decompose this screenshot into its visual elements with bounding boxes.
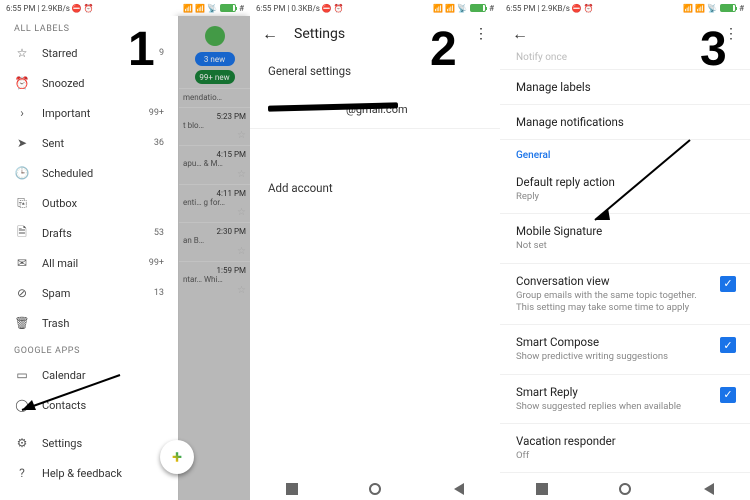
drawer-item-settings[interactable]: ⚙Settings — [0, 428, 178, 458]
send-icon: ➤ — [14, 136, 30, 150]
nav-back[interactable] — [452, 483, 464, 495]
star-icon[interactable]: ☆ — [183, 207, 246, 218]
back-icon[interactable]: ← — [512, 24, 528, 44]
settings-row-account[interactable]: @gmail.com — [250, 90, 500, 128]
annotation-arrow-3 — [580, 130, 700, 230]
mail-row[interactable]: 1:59 PMntar… Whi…☆ — [179, 261, 250, 300]
mail-row[interactable]: 4:11 PMenti… g for…☆ — [179, 184, 250, 223]
drawer-item-scheduled[interactable]: 🕒Scheduled — [0, 158, 178, 188]
spam-icon: ⊘ — [14, 286, 30, 300]
gear-icon: ⚙ — [14, 436, 30, 450]
drawer-item-drafts[interactable]: 🗎Drafts53 — [0, 218, 178, 248]
status-bar: 6:55 PM | 2.9KB/s ⛔ ⏰ 📶 📶 📡 # — [0, 0, 250, 16]
plus-icon: + — [172, 447, 182, 468]
android-navbar — [250, 478, 500, 500]
nav-recent[interactable] — [286, 483, 298, 495]
chip-new-blue[interactable]: 3 new — [195, 52, 235, 66]
android-navbar — [500, 478, 750, 500]
checkbox-icon[interactable]: ✓ — [720, 276, 736, 292]
panel-settings-detail: 6:55 PM | 2.9KB/s ⛔ ⏰ 📶 📶 📡 # ← ⋮ Notify… — [500, 0, 750, 500]
star-icon[interactable]: ☆ — [183, 169, 246, 180]
chip-new-green[interactable]: 99+ new — [195, 70, 235, 84]
clock-icon: ⏰ — [14, 76, 30, 90]
star-icon: ☆ — [14, 46, 30, 60]
checkbox-icon[interactable]: ✓ — [720, 387, 736, 403]
status-bar: 6:55 PM | 2.9KB/s ⛔ ⏰ 📶 📶 📡 # — [500, 0, 750, 16]
outbox-icon: ⎘ — [14, 196, 30, 211]
section-google-apps: GOOGLE APPS — [0, 338, 178, 360]
inbox-preview[interactable]: 3 new 99+ new mendatio… 5:23 PMt blo…☆ 4… — [178, 16, 250, 500]
mail-row[interactable]: 5:23 PMt blo…☆ — [179, 107, 250, 146]
status-bar: 6:55 PM | 0.3KB/s ⛔ ⏰ 📶 📶 📡 # — [250, 0, 500, 16]
settings-row-add-account[interactable]: Add account — [250, 169, 500, 207]
drawer-item-outbox[interactable]: ⎘Outbox — [0, 188, 178, 218]
draft-icon: 🗎 — [14, 223, 30, 244]
drawer-item-sent[interactable]: ➤Sent36 — [0, 128, 178, 158]
nav-back[interactable] — [702, 483, 714, 495]
drawer-item-spam[interactable]: ⊘Spam13 — [0, 278, 178, 308]
star-icon[interactable]: ☆ — [183, 130, 246, 141]
star-icon[interactable]: ☆ — [183, 246, 246, 257]
setting-vacation-responder[interactable]: Vacation responderOff — [500, 424, 750, 472]
help-icon: ? — [14, 466, 30, 480]
nav-home[interactable] — [369, 483, 381, 495]
setting-smart-reply[interactable]: Smart ReplyShow suggested replies when a… — [500, 375, 750, 423]
nav-home[interactable] — [619, 483, 631, 495]
drawer-item-allmail[interactable]: ✉All mail99+ — [0, 248, 178, 278]
annotation-3: 3 — [700, 22, 727, 77]
setting-smart-compose[interactable]: Smart ComposeShow predictive writing sug… — [500, 325, 750, 373]
drawer-item-help[interactable]: ?Help & feedback — [0, 458, 178, 488]
app-bar: ← Settings ⋮ — [250, 16, 500, 52]
trash-icon: 🗑 — [14, 316, 30, 330]
more-icon[interactable]: ⋮ — [474, 26, 488, 42]
allmail-icon: ✉ — [14, 256, 30, 270]
annotation-1: 1 — [128, 22, 155, 77]
setting-conversation-view[interactable]: Conversation viewGroup emails with the s… — [500, 264, 750, 325]
back-icon[interactable]: ← — [262, 24, 278, 44]
annotation-arrow-1 — [10, 370, 130, 420]
drawer-item-important[interactable]: ›Important99+ — [0, 98, 178, 128]
drawer-item-trash[interactable]: 🗑Trash — [0, 308, 178, 338]
mail-row[interactable]: 2:30 PMan B…☆ — [179, 222, 250, 261]
panel-drawer: 6:55 PM | 2.9KB/s ⛔ ⏰ 📶 📶 📡 # ALL LABELS… — [0, 0, 250, 500]
compose-fab[interactable]: + — [160, 440, 194, 474]
schedule-icon: 🕒 — [14, 166, 30, 180]
avatar[interactable] — [205, 26, 225, 46]
checkbox-icon[interactable]: ✓ — [720, 337, 736, 353]
settings-row-general[interactable]: General settings — [250, 52, 500, 90]
important-icon: › — [14, 106, 30, 120]
panel-settings-list: 6:55 PM | 0.3KB/s ⛔ ⏰ 📶 📶 📡 # ← Settings… — [250, 0, 500, 500]
star-icon[interactable]: ☆ — [183, 285, 246, 296]
annotation-2: 2 — [430, 22, 457, 77]
nav-recent[interactable] — [536, 483, 548, 495]
mail-row[interactable]: 4:15 PMapu… & M…☆ — [179, 145, 250, 184]
navigation-drawer: ALL LABELS ☆Starred9 ⏰Snoozed ›Important… — [0, 16, 178, 500]
